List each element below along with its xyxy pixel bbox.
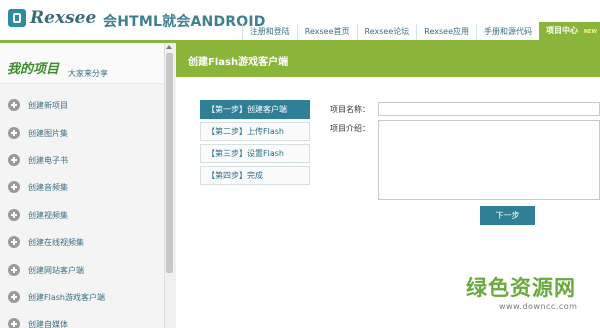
- project-name-input[interactable]: [378, 102, 600, 116]
- plus-circle-icon: [8, 181, 20, 193]
- sidebar-item-label: 创建在线视频集: [28, 237, 84, 247]
- step-configure-flash[interactable]: 【第三步】设置Flash: [200, 144, 310, 163]
- project-intro-label: 项目介绍：: [330, 124, 370, 133]
- nav-project-center-label: 项目中心: [546, 26, 578, 35]
- plus-circle-icon: [8, 318, 20, 328]
- new-badge: NEW: [583, 29, 597, 35]
- nav-home[interactable]: Rexsee首页: [296, 24, 357, 40]
- rexsee-logo-icon: [8, 9, 26, 27]
- watermark-logo: 绿色资源网: [466, 276, 576, 300]
- plus-circle-icon: [8, 209, 20, 221]
- project-name-label: 项目名称：: [330, 105, 370, 114]
- scroll-up-arrow-icon[interactable]: [166, 45, 172, 49]
- logo[interactable]: Rexsee: [8, 8, 96, 28]
- plus-circle-icon: [8, 127, 20, 139]
- sidebar-item-new-project[interactable]: 创建新项目: [8, 97, 68, 113]
- nav-apps[interactable]: Rexsee应用: [416, 24, 476, 40]
- nav-forum[interactable]: Rexsee论坛: [356, 24, 417, 40]
- sidebar-item-label: 创建图片集: [28, 128, 68, 138]
- page-title: 创建Flash游戏客户端: [188, 57, 289, 68]
- plus-circle-icon: [8, 236, 20, 248]
- plus-circle-icon: [8, 264, 20, 276]
- sidebar-item-flash-game-client[interactable]: 创建Flash游戏客户端: [8, 289, 105, 305]
- sidebar-item-online-video-set[interactable]: 创建在线视频集: [8, 234, 84, 250]
- project-intro-textarea[interactable]: [378, 120, 600, 200]
- sidebar-item-video-set[interactable]: 创建视频集: [8, 207, 68, 223]
- nav-project-center[interactable]: 项目中心 NEW: [539, 22, 600, 40]
- sidebar-item-ebook[interactable]: 创建电子书: [8, 152, 68, 168]
- sidebar-item-self-media[interactable]: 创建自媒体: [8, 316, 68, 328]
- plus-circle-icon: [8, 99, 20, 111]
- sidebar-item-audio-set[interactable]: 创建音频集: [8, 179, 68, 195]
- nav-register-login[interactable]: 注册和登陆: [241, 24, 297, 40]
- plus-circle-icon: [8, 154, 20, 166]
- sidebar-item-label: 创建自媒体: [28, 319, 68, 328]
- sidebar-item-label: 创建电子书: [28, 155, 68, 165]
- sidebar-item-image-set[interactable]: 创建图片集: [8, 125, 68, 141]
- watermark-url: www.downcc.com: [499, 302, 578, 311]
- step-complete[interactable]: 【第四步】完成: [200, 166, 310, 185]
- top-nav: 注册和登陆 Rexsee首页 Rexsee论坛 Rexsee应用 手册和源代码 …: [241, 22, 600, 40]
- sidebar-item-label: 创建网站客户端: [28, 265, 84, 275]
- sidebar-title: 我的项目: [7, 62, 60, 77]
- next-step-button[interactable]: 下一步: [480, 206, 535, 225]
- sidebar: 我的项目 大家来分享 创建新项目 创建图片集 创建电子书 创建音频集 创建视频集…: [0, 43, 165, 328]
- sidebar-item-label: 创建视频集: [28, 210, 68, 220]
- sidebar-scroll-thumb[interactable]: [166, 53, 173, 273]
- sidebar-item-label: 创建Flash游戏客户端: [28, 292, 105, 302]
- sidebar-subtitle[interactable]: 大家来分享: [68, 68, 108, 79]
- plus-circle-icon: [8, 291, 20, 303]
- sidebar-item-label: 创建音频集: [28, 182, 68, 192]
- step-create-client[interactable]: 【第一步】创建客户端: [200, 100, 310, 119]
- logo-text: Rexsee: [30, 8, 97, 28]
- step-upload-flash[interactable]: 【第二步】上传Flash: [200, 122, 310, 141]
- sidebar-header: 我的项目 大家来分享: [0, 43, 164, 84]
- sidebar-item-label: 创建新项目: [28, 100, 68, 110]
- sidebar-item-website-client[interactable]: 创建网站客户端: [8, 262, 84, 278]
- nav-manual-source[interactable]: 手册和源代码: [476, 24, 539, 40]
- top-header: Rexsee 会HTML就会ANDROID 注册和登陆 Rexsee首页 Rex…: [0, 0, 600, 40]
